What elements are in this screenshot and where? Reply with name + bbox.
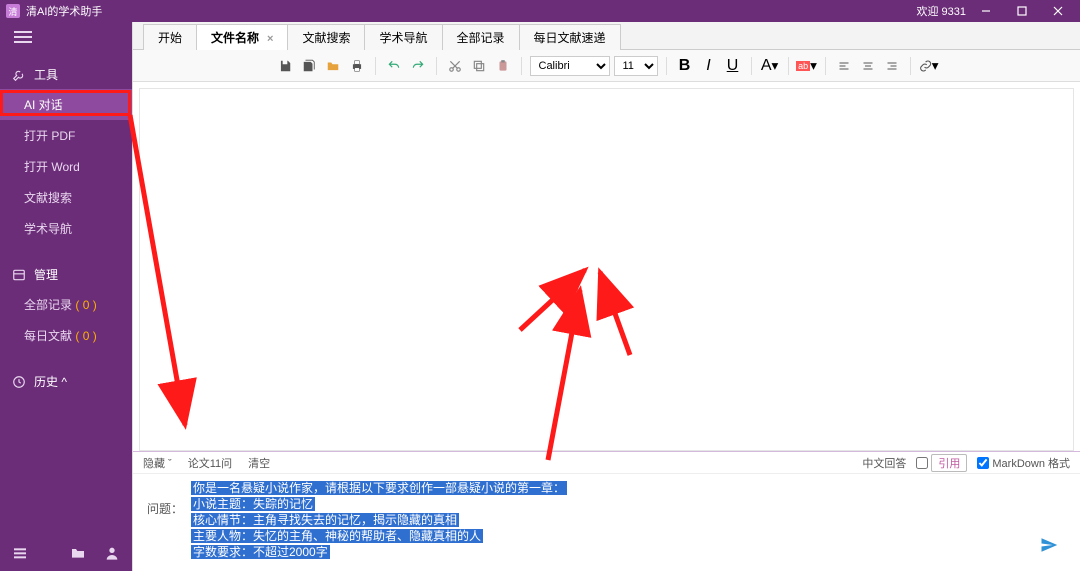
prompt-line: 核心情节：主角寻找失去的记忆，揭示隐藏的真相 <box>191 513 459 527</box>
folder-open-icon[interactable] <box>323 56 343 76</box>
sidebar-group-manage: 管理 <box>0 260 132 289</box>
save-icon[interactable] <box>275 56 295 76</box>
sidebar-item-open-pdf[interactable]: 打开 PDF <box>0 120 132 151</box>
sidebar-item-ai-chat[interactable]: AI 对话 <box>0 89 132 120</box>
history-icon <box>12 375 26 389</box>
highlight-color-button[interactable]: ab▾ <box>797 56 817 76</box>
sidebar-group-manage-label: 管理 <box>34 266 58 283</box>
sidebar-group-history[interactable]: 历史 ^ <box>0 367 132 396</box>
markdown-label: MarkDown 格式 <box>992 455 1070 471</box>
markdown-toggle[interactable]: MarkDown 格式 <box>977 455 1070 471</box>
paste-icon[interactable] <box>493 56 513 76</box>
close-button[interactable] <box>1042 0 1074 22</box>
prompt-line: 你是一名悬疑小说作家，请根据以下要求创作一部悬疑小说的第一章： <box>191 481 567 495</box>
menu-icon[interactable] <box>12 545 28 561</box>
sidebar-item-open-word[interactable]: 打开 Word <box>0 151 132 182</box>
print-icon[interactable] <box>347 56 367 76</box>
tab-all-records[interactable]: 全部记录 <box>442 24 520 50</box>
prompt-input[interactable]: 你是一名悬疑小说作家，请根据以下要求创作一部悬疑小说的第一章： 小说主题：失踪的… <box>191 480 567 560</box>
sidebar-group-history-label: 历史 ^ <box>34 373 67 390</box>
save-all-icon[interactable] <box>299 56 319 76</box>
sidebar-item-label: 每日文献 <box>24 329 72 343</box>
app-icon: 清 <box>6 4 20 18</box>
align-center-icon[interactable] <box>858 56 878 76</box>
link-icon[interactable]: ▾ <box>919 56 939 76</box>
cut-icon[interactable] <box>445 56 465 76</box>
sidebar-group-tools-label: 工具 <box>34 66 58 83</box>
redo-icon[interactable] <box>408 56 428 76</box>
manage-icon <box>12 268 26 282</box>
sidebar-item-all-records[interactable]: 全部记录 ( 0 ) <box>0 289 132 320</box>
sidebar: 工具 AI 对话 打开 PDF 打开 Word 文献搜索 学术导航 管理 全部记… <box>0 22 132 571</box>
font-color-button[interactable]: A▾ <box>760 56 780 76</box>
editor-toolbar: Calibri 11 B I U A▾ ab▾ ▾ <box>133 50 1080 82</box>
underline-button[interactable]: U <box>723 56 743 76</box>
tab-daily-papers[interactable]: 每日文献速递 <box>519 24 621 50</box>
font-family-select[interactable]: Calibri <box>530 56 610 76</box>
tab-close-icon[interactable]: × <box>267 33 273 45</box>
sidebar-item-count: ( 0 ) <box>75 329 96 343</box>
cite-label: 引用 <box>931 454 967 472</box>
folder-icon[interactable] <box>70 545 86 561</box>
eleven-questions-button[interactable]: 论文11问 <box>188 455 232 471</box>
cite-toggle[interactable]: 引用 <box>916 454 967 472</box>
clear-button[interactable]: 清空 <box>248 455 270 471</box>
editor-canvas[interactable] <box>139 88 1074 451</box>
sidebar-item-literature-search[interactable]: 文献搜索 <box>0 182 132 213</box>
question-label: 问题： <box>143 480 183 517</box>
app-title: 清AI的学术助手 <box>26 3 916 19</box>
user-icon[interactable] <box>104 545 120 561</box>
maximize-button[interactable] <box>1006 0 1038 22</box>
bold-button[interactable]: B <box>675 56 695 76</box>
minimize-button[interactable] <box>970 0 1002 22</box>
tab-literature-search[interactable]: 文献搜索 <box>287 24 365 50</box>
tab-academic-nav[interactable]: 学术导航 <box>364 24 442 50</box>
align-right-icon[interactable] <box>882 56 902 76</box>
bottom-panel: 隐藏 ˇ 论文11问 清空 中文回答 引用 MarkDown 格式 问题： 你是… <box>133 451 1080 571</box>
sidebar-item-academic-nav[interactable]: 学术导航 <box>0 213 132 244</box>
sidebar-item-label: 全部记录 <box>24 298 72 312</box>
sidebar-item-count: ( 0 ) <box>75 298 96 312</box>
tools-icon <box>12 68 26 82</box>
prompt-line: 小说主题：失踪的记忆 <box>191 497 315 511</box>
undo-icon[interactable] <box>384 56 404 76</box>
welcome-text: 欢迎 9331 <box>916 3 966 19</box>
tab-bar: 开始 文件名称 × 文献搜索 学术导航 全部记录 每日文献速递 <box>133 22 1080 50</box>
italic-button[interactable]: I <box>699 56 719 76</box>
send-button[interactable] <box>1028 530 1070 565</box>
tab-filename[interactable]: 文件名称 × <box>196 24 288 50</box>
hide-panel-button[interactable]: 隐藏 ˇ <box>143 455 172 471</box>
font-size-select[interactable]: 11 <box>614 56 658 76</box>
prompt-line: 字数要求：不超过2000字 <box>191 545 330 559</box>
tab-label: 文件名称 <box>211 31 259 45</box>
sidebar-group-tools: 工具 <box>0 60 132 89</box>
hamburger-button[interactable] <box>0 22 132 52</box>
cn-reply-label: 中文回答 <box>862 455 906 471</box>
align-left-icon[interactable] <box>834 56 854 76</box>
tab-start[interactable]: 开始 <box>143 24 197 50</box>
sidebar-item-daily-papers[interactable]: 每日文献 ( 0 ) <box>0 320 132 351</box>
copy-icon[interactable] <box>469 56 489 76</box>
prompt-line: 主要人物：失忆的主角、神秘的帮助者、隐藏真相的人 <box>191 529 483 543</box>
